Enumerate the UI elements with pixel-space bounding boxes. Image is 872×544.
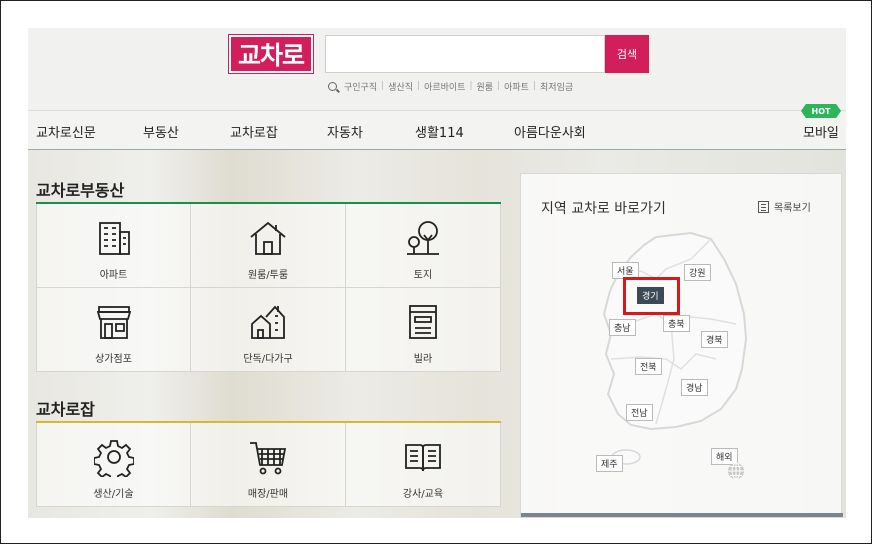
cell-label: 토지 bbox=[413, 270, 433, 281]
real-estate-apartment[interactable]: 아파트 bbox=[36, 204, 191, 288]
map-title: 지역 교차로 바로가기 bbox=[541, 201, 666, 217]
apartment-icon bbox=[98, 222, 130, 255]
jobs-grid: 생산/기술 매장/판매 강사/교육 bbox=[36, 421, 501, 507]
nav-item-newspaper[interactable]: 교차로신문 bbox=[36, 122, 96, 141]
gear-icon bbox=[93, 440, 134, 477]
region-chungnam[interactable]: 충남 bbox=[609, 319, 636, 336]
house-icon bbox=[250, 221, 286, 255]
real-estate-grid: 아파트 원룸/투룸 토지 상가점포 단독/다가구 빌라 bbox=[36, 202, 501, 372]
region-gyeongnam[interactable]: 경남 bbox=[681, 379, 708, 396]
nav-item-mobile[interactable]: 모바일 bbox=[803, 122, 839, 141]
cell-label: 생산/기술 bbox=[93, 489, 134, 500]
quick-link[interactable]: 아르바이트 bbox=[424, 80, 465, 93]
nav-item-real-estate[interactable]: 부동산 bbox=[143, 122, 179, 141]
region-chungbuk[interactable]: 충북 bbox=[663, 315, 690, 332]
main-nav: 교차로신문 부동산 교차로잡 자동차 생활114 아름다운사회 모바일 bbox=[28, 110, 846, 150]
region-gangwon[interactable]: 강원 bbox=[684, 264, 711, 281]
multi-house-icon bbox=[251, 305, 285, 339]
jobs-sales[interactable]: 매장/판매 bbox=[191, 423, 346, 507]
list-icon bbox=[758, 200, 769, 213]
real-estate-title: 교차로부동산 bbox=[36, 181, 125, 200]
cell-label: 상가점포 bbox=[95, 354, 132, 365]
globe-icon bbox=[728, 462, 744, 480]
list-view-button[interactable]: 목록보기 bbox=[758, 199, 811, 214]
real-estate-land[interactable]: 토지 bbox=[346, 204, 501, 288]
cell-label: 아파트 bbox=[99, 270, 128, 281]
real-estate-oneroom[interactable]: 원룸/투룸 bbox=[191, 204, 346, 288]
tree-land-icon bbox=[407, 221, 439, 255]
jobs-production[interactable]: 생산/기술 bbox=[36, 423, 191, 507]
villa-icon bbox=[409, 305, 437, 339]
cell-label: 원룸/투룸 bbox=[247, 270, 289, 281]
selection-highlight bbox=[623, 277, 680, 315]
cell-label: 단독/다가구 bbox=[243, 354, 293, 365]
jobs-title: 교차로잡 bbox=[36, 400, 95, 419]
nav-item-life114[interactable]: 생활114 bbox=[415, 122, 464, 141]
region-gyeongbuk[interactable]: 경북 bbox=[701, 331, 728, 348]
real-estate-store[interactable]: 상가점포 bbox=[36, 288, 191, 372]
site-header: 교차로 검색 구인구직 | 생산직 | 아르바이트 | 원룸 | 아파트 | 최저임금 bbox=[28, 28, 846, 110]
store-icon bbox=[96, 306, 131, 339]
jobs-education[interactable]: 강사/교육 bbox=[346, 423, 501, 507]
cell-label: 강사/교육 bbox=[402, 489, 444, 500]
cart-icon bbox=[250, 442, 287, 475]
list-view-label: 목록보기 bbox=[774, 203, 811, 214]
quick-link[interactable]: 생산직 bbox=[388, 80, 413, 93]
cell-label: 매장/판매 bbox=[247, 489, 289, 500]
hot-badge: HOT bbox=[801, 104, 841, 118]
quick-link[interactable]: 아파트 bbox=[504, 80, 529, 93]
site-logo[interactable]: 교차로 bbox=[228, 34, 314, 74]
panel-bottom-bar bbox=[521, 513, 843, 517]
browser-viewport: 교차로 검색 구인구직 | 생산직 | 아르바이트 | 원룸 | 아파트 | 최저임금 교… bbox=[28, 28, 846, 518]
nav-item-jobs[interactable]: 교차로잡 bbox=[230, 122, 278, 141]
screenshot-frame: 교차로 검색 구인구직 | 생산직 | 아르바이트 | 원룸 | 아파트 | 최저임금 교… bbox=[0, 0, 872, 544]
region-jeonnam[interactable]: 전남 bbox=[626, 404, 653, 421]
search-button[interactable]: 검색 bbox=[605, 35, 649, 73]
quick-link[interactable]: 구인구직 bbox=[344, 80, 377, 93]
region-map-panel: 지역 교차로 바로가기 목록보기 서울 강원 경기 충남 충북 경북 전북 경남… bbox=[520, 173, 843, 518]
real-estate-detached[interactable]: 단독/다가구 bbox=[191, 288, 346, 372]
region-jeju[interactable]: 제주 bbox=[596, 455, 623, 472]
search-icon bbox=[328, 81, 337, 91]
real-estate-villa[interactable]: 빌라 bbox=[346, 288, 501, 372]
quick-links: 구인구직 | 생산직 | 아르바이트 | 원룸 | 아파트 | 최저임금 bbox=[328, 78, 573, 94]
nav-item-cars[interactable]: 자동차 bbox=[327, 122, 363, 141]
region-jeonbuk[interactable]: 전북 bbox=[635, 358, 662, 375]
book-icon bbox=[405, 444, 441, 472]
cell-label: 빌라 bbox=[413, 354, 433, 365]
search-input[interactable] bbox=[325, 35, 605, 73]
nav-item-society[interactable]: 아름다운사회 bbox=[514, 122, 586, 141]
quick-link[interactable]: 최저임금 bbox=[540, 80, 573, 93]
quick-link[interactable]: 원룸 bbox=[477, 80, 494, 93]
